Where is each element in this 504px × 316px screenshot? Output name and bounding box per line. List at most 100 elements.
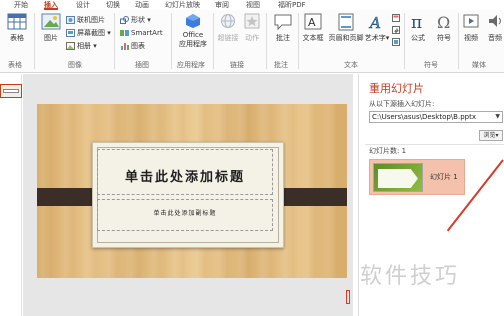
group-label-links: 链接: [230, 61, 244, 69]
chevron-down-icon: ▾: [145, 16, 151, 24]
album-button[interactable]: 相册 ▾: [66, 41, 97, 52]
chevron-down-icon: ▾: [385, 34, 390, 42]
smartart-icon: [120, 30, 129, 36]
hyperlink-icon: [221, 14, 235, 28]
source-path-value: C:\Users\asus\Desktop\B.pptx: [372, 113, 476, 121]
symbol-label: 符号: [437, 34, 451, 42]
svg-text:A: A: [308, 16, 316, 29]
header-footer-button[interactable]: 页眉和页脚: [328, 13, 364, 43]
textbox-button[interactable]: A 文本框: [300, 13, 326, 43]
picture-button[interactable]: 图片: [38, 13, 64, 43]
comment-button[interactable]: 批注: [270, 13, 296, 43]
pi-icon: π: [411, 13, 422, 31]
slide-number-icon: #: [392, 26, 400, 34]
audio-button[interactable]: 音频: [484, 13, 504, 43]
header-footer-label: 页眉和页脚: [328, 34, 364, 42]
ribbon: 表格 表格 图片 联机图片 屏幕截图 ▾ 相册 ▾ 图像 形状 ▾ SmartA…: [0, 10, 504, 73]
comment-icon: [274, 14, 292, 31]
source-path-combobox[interactable]: C:\Users\asus\Desktop\B.pptx ▼: [369, 111, 503, 123]
group-divider: [298, 13, 299, 69]
slide[interactable]: 单击此处添加标题 单击此处添加副标题: [37, 104, 347, 278]
comment-label: 批注: [276, 34, 290, 42]
subtitle-placeholder[interactable]: 单击此处添加副标题: [97, 199, 273, 231]
chart-label: 图表: [131, 42, 145, 50]
group-divider: [171, 13, 172, 69]
office-apps-button[interactable]: Office 应用程序: [174, 13, 212, 49]
audio-label: 音频: [488, 34, 502, 42]
browse-button[interactable]: 浏览▾: [479, 130, 503, 141]
chart-icon: [121, 43, 129, 50]
shapes-label: 形状: [131, 16, 145, 24]
group-label-symbols: 符号: [424, 61, 438, 69]
svg-text:Ω: Ω: [437, 13, 450, 31]
tab-transitions[interactable]: 切换: [106, 0, 120, 10]
text-extra-2[interactable]: #: [392, 25, 402, 36]
tab-review[interactable]: 审阅: [215, 0, 229, 10]
reuse-slide-label: 幻灯片 1: [430, 173, 458, 181]
group-label-illustrations: 插图: [135, 61, 149, 69]
text-extra-1[interactable]: [392, 13, 402, 24]
title-placeholder[interactable]: 单击此处添加标题: [97, 149, 273, 195]
group-divider: [266, 13, 267, 69]
watermark: 软件技巧: [360, 264, 461, 289]
picture-label: 图片: [44, 34, 58, 42]
video-icon: [463, 14, 479, 28]
title-placeholder-text: 单击此处添加标题: [124, 170, 245, 185]
group-label-images: 图像: [68, 61, 82, 69]
wordart-label: 艺术字: [364, 34, 386, 42]
object-icon: [392, 38, 400, 46]
reuse-slide-thumbnail: [373, 163, 423, 192]
office-apps-icon: [186, 14, 200, 28]
action-button[interactable]: 动作: [241, 13, 263, 43]
tab-home[interactable]: 开始: [14, 0, 28, 10]
symbol-button[interactable]: Ω 符号: [432, 13, 456, 43]
shapes-button[interactable]: 形状 ▾: [120, 15, 151, 26]
tab-animations[interactable]: 动画: [135, 0, 149, 10]
thumbnail-title-bar: [3, 89, 19, 93]
tab-design[interactable]: 设计: [76, 0, 90, 10]
wordart-button[interactable]: A 艺术字▾: [364, 13, 390, 43]
screenshot-button[interactable]: 屏幕截图 ▾: [66, 28, 111, 39]
tab-view[interactable]: 视图: [246, 0, 260, 10]
online-picture-label: 联机图片: [77, 16, 105, 24]
panel-title: 重用幻灯片: [369, 82, 424, 95]
textbox-label: 文本框: [302, 34, 324, 42]
tab-insert[interactable]: 插入: [44, 0, 58, 10]
online-picture-button[interactable]: 联机图片: [66, 15, 105, 26]
picture-icon: [41, 13, 61, 30]
screenshot-label: 屏幕截图: [77, 29, 105, 37]
tab-foxit-pdf[interactable]: 福昕PDF: [278, 0, 306, 10]
title-card: 单击此处添加标题 单击此处添加副标题: [92, 142, 284, 248]
office-apps-label-1: Office: [182, 31, 204, 39]
wordart-icon: A: [368, 14, 381, 31]
tab-slideshow[interactable]: 幻灯片放映: [165, 0, 200, 10]
action-label: 动作: [245, 34, 259, 42]
album-icon: [66, 42, 75, 50]
chart-button[interactable]: 图表: [120, 41, 145, 52]
group-label-apps: 应用程序: [177, 61, 205, 69]
svg-text:#: #: [394, 28, 399, 34]
chevron-down-icon: ▾: [91, 42, 97, 50]
video-button[interactable]: 视频: [460, 13, 482, 43]
browse-label: 浏览: [483, 132, 496, 139]
subtitle-placeholder-text: 单击此处添加副标题: [153, 210, 217, 217]
formula-button[interactable]: π 公式: [406, 13, 430, 43]
slide-editor: 单击此处添加标题 单击此处添加副标题: [23, 74, 353, 316]
group-label-tables: 表格: [8, 61, 22, 69]
smartart-label: SmartArt: [131, 29, 163, 37]
chevron-down-icon: ▾: [105, 29, 111, 37]
header-footer-icon: [338, 13, 354, 31]
hyperlink-label: 超链接: [217, 34, 239, 42]
table-button[interactable]: 表格: [4, 13, 30, 43]
speaker-icon: [489, 15, 501, 27]
slide-thumbnail[interactable]: [0, 84, 22, 98]
reuse-slide-item[interactable]: 幻灯片 1: [369, 159, 465, 195]
smartart-button[interactable]: SmartArt: [120, 28, 163, 39]
svg-text:π: π: [411, 13, 422, 31]
panel-divider: [365, 144, 504, 145]
group-divider: [213, 13, 214, 69]
hyperlink-button[interactable]: 超链接: [216, 13, 240, 43]
text-extra-3[interactable]: [392, 37, 402, 48]
chevron-down-icon[interactable]: ▼: [495, 112, 500, 122]
star-icon: [244, 13, 260, 29]
